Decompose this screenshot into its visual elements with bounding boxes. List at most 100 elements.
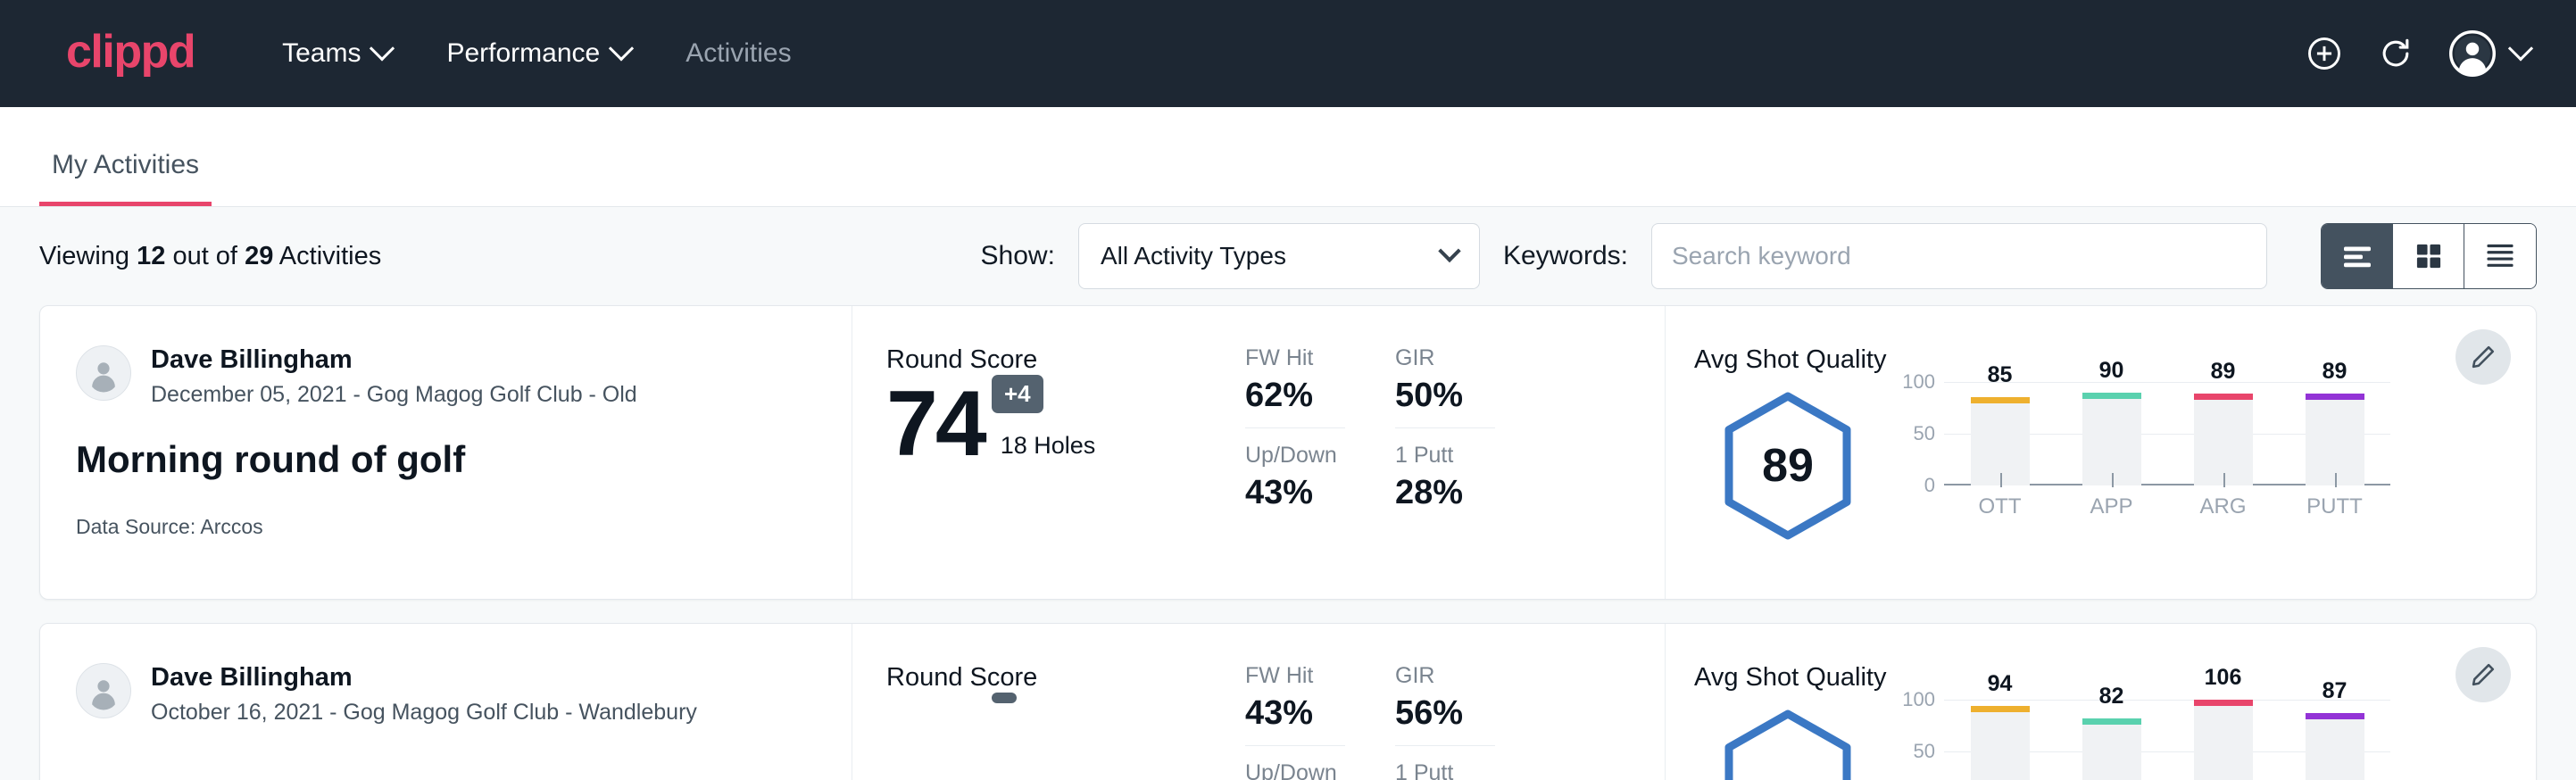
stat-gir: GIR 50% [1395, 345, 1495, 415]
shot-quality-hexagon [1721, 709, 1855, 780]
keywords-label: Keywords: [1503, 241, 1628, 271]
viewing-middle: out of [172, 242, 237, 270]
list-view-button[interactable] [2322, 224, 2393, 288]
chart-plot-area: 85908989 [1944, 382, 2390, 485]
activity-type-value: All Activity Types [1101, 242, 1286, 270]
round-score-value: 74 [886, 380, 985, 469]
chevron-down-icon [2508, 36, 2533, 61]
stat-fw-hit: FW Hit 43% [1245, 663, 1345, 733]
chart-bar-cap [2306, 394, 2364, 400]
main-nav: Teams Performance Activities [282, 38, 791, 69]
tab-my-activities[interactable]: My Activities [39, 150, 212, 206]
stat-gir: GIR 56% [1395, 663, 1495, 733]
avatar [76, 345, 131, 401]
search-input[interactable] [1651, 223, 2267, 289]
chart-bar-group: 94 [1944, 700, 2056, 780]
round-score-block: Round Score 74 +4 18 Holes [852, 306, 1245, 599]
nav-item-label: Teams [282, 38, 361, 69]
account-menu[interactable] [2447, 29, 2530, 79]
viewing-suffix: Activities [279, 242, 381, 270]
divider [1245, 745, 1345, 746]
viewing-count: 12 [137, 242, 165, 270]
chart-bar-cap [2082, 718, 2141, 725]
chart-bars: 948210687 [1944, 700, 2390, 780]
chevron-down-icon [609, 36, 634, 61]
chart-bar-value: 89 [2323, 359, 2347, 385]
shot-quality-bar-chart: 050100948210687OTTAPPARGPUTT [1890, 700, 2390, 780]
round-score-value-row: 74 +4 18 Holes [886, 380, 1245, 469]
chart-bar [2306, 713, 2364, 780]
grid-view-button[interactable] [2393, 224, 2464, 288]
chevron-down-icon [1438, 240, 1460, 262]
round-score-label: Round Score [886, 345, 1245, 375]
activity-title: Morning round of golf [76, 438, 816, 481]
divider [1395, 745, 1495, 746]
chart-x-label: APP [2056, 494, 2167, 519]
activity-meta: October 16, 2021 - Gog Magog Golf Club -… [151, 700, 697, 726]
refresh-icon[interactable] [2376, 34, 2415, 73]
chart-bar [2082, 718, 2141, 780]
chart-bar-group: 82 [2056, 700, 2167, 780]
chart-x-tick [2000, 473, 2002, 487]
stat-label: GIR [1395, 663, 1495, 689]
stat-label: Up/Down [1245, 443, 1345, 469]
chart-x-label: OTT [1944, 494, 2056, 519]
chart-x-label: ARG [2167, 494, 2279, 519]
chevron-down-icon [370, 36, 395, 61]
chart-bar [2082, 393, 2141, 485]
stat-fw-hit: FW Hit 62% [1245, 345, 1345, 415]
activity-author: Dave Billingham October 16, 2021 - Gog M… [76, 663, 816, 726]
activity-card[interactable]: Dave Billingham December 05, 2021 - Gog … [39, 305, 2537, 600]
chart-bars: 85908989 [1944, 382, 2390, 485]
activity-list: Dave Billingham December 05, 2021 - Gog … [0, 305, 2576, 780]
nav-item-performance[interactable]: Performance [446, 38, 630, 69]
chart-y-tick: 50 [1914, 422, 1935, 445]
chart-bar-group: 87 [2279, 700, 2390, 780]
chart-bar-cap [1971, 706, 2030, 712]
edit-activity-button[interactable] [2456, 647, 2511, 702]
show-label: Show: [981, 241, 1055, 271]
nav-item-activities[interactable]: Activities [686, 38, 791, 69]
chart-x-label: PUTT [2279, 494, 2390, 519]
divider [1245, 427, 1345, 428]
player-name: Dave Billingham [151, 663, 697, 693]
chart-bar-value: 94 [1988, 671, 2013, 697]
filter-toolbar: Viewing 12 out of 29 Activities Show: Al… [0, 207, 2576, 305]
activity-type-select[interactable]: All Activity Types [1078, 223, 1480, 289]
activity-info: Dave Billingham December 05, 2021 - Gog … [40, 306, 852, 599]
activity-author: Dave Billingham December 05, 2021 - Gog … [76, 345, 816, 408]
chart-y-axis: 050100 [1890, 700, 1940, 780]
stat-value: 28% [1395, 474, 1495, 512]
top-navigation-bar: clippd Teams Performance Activities [0, 0, 2576, 107]
holes-label: 18 Holes [1001, 432, 1096, 469]
shot-quality-value: 89 [1721, 391, 1855, 541]
chart-bar-value: 90 [2099, 358, 2124, 384]
stat-value: 43% [1245, 694, 1345, 733]
chart-x-tick [2112, 473, 2114, 487]
chart-bar [2306, 394, 2364, 485]
compact-view-button[interactable] [2464, 224, 2536, 288]
stat-value: 62% [1245, 377, 1345, 415]
stat-label: Up/Down [1245, 760, 1345, 780]
stat-label: FW Hit [1245, 663, 1345, 689]
chart-bar-value: 106 [2205, 665, 2242, 691]
chart-bar-value: 87 [2323, 678, 2347, 704]
stat-up-down: Up/Down [1245, 760, 1345, 780]
clippd-logo[interactable]: clippd [66, 29, 195, 79]
plus-circle-icon[interactable] [2305, 34, 2344, 73]
activity-card[interactable]: Dave Billingham October 16, 2021 - Gog M… [39, 623, 2537, 780]
viewing-summary: Viewing 12 out of 29 Activities [39, 242, 381, 271]
chart-x-axis: OTTAPPARGPUTT [1944, 494, 2390, 519]
player-name: Dave Billingham [151, 345, 637, 375]
round-score-block: Round Score [852, 624, 1245, 780]
stat-up-down: Up/Down 43% [1245, 443, 1345, 512]
avatar [76, 663, 131, 718]
chart-plot-area: 948210687 [1944, 700, 2390, 780]
edit-activity-button[interactable] [2456, 329, 2511, 385]
account-avatar-icon [2447, 29, 2497, 79]
stat-one-putt: 1 Putt [1395, 760, 1495, 780]
stat-value: 50% [1395, 377, 1495, 415]
score-delta-badge [992, 693, 1017, 703]
nav-item-teams[interactable]: Teams [282, 38, 391, 69]
stat-label: 1 Putt [1395, 760, 1495, 780]
